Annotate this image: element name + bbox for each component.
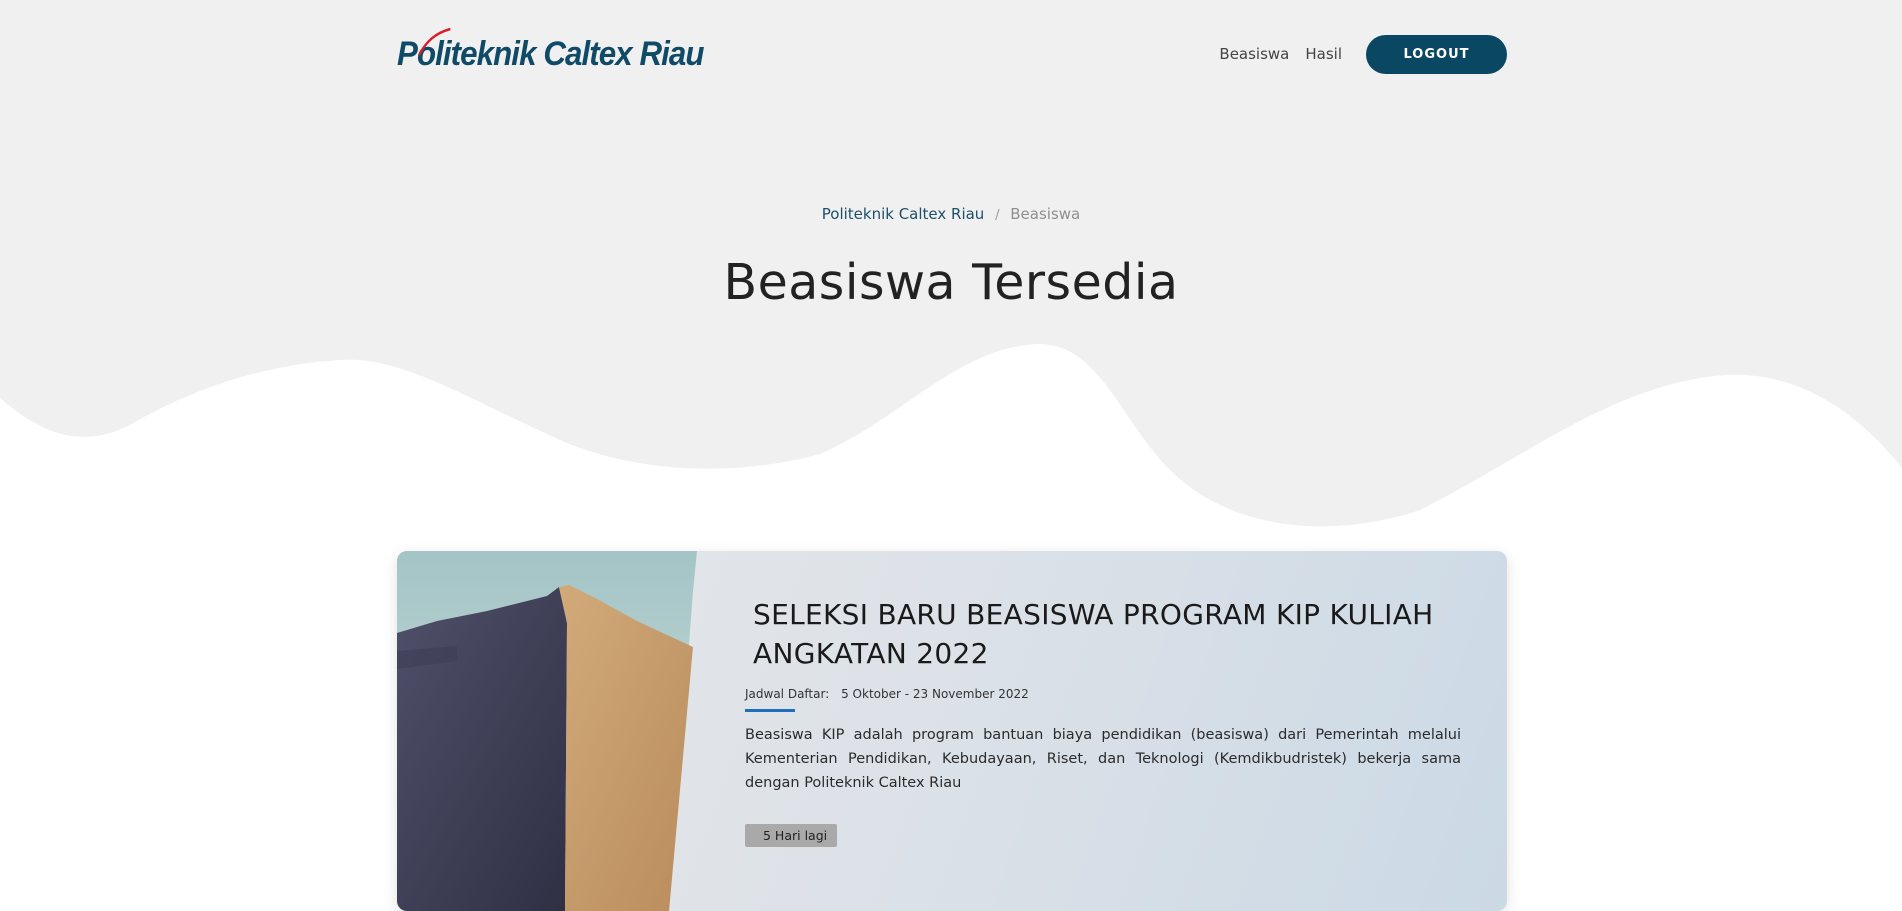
scholarship-card-body: SELEKSI BARU BEASISWA PROGRAM KIP KULIAH… (745, 595, 1461, 847)
breadcrumb-separator: / (995, 208, 1000, 223)
schedule-label: Jadwal Daftar: (745, 687, 830, 701)
logo-swoosh-icon (418, 27, 451, 56)
scholarship-title[interactable]: SELEKSI BARU BEASISWA PROGRAM KIP KULIAH… (753, 595, 1461, 673)
brand-logo[interactable]: Politeknik Caltex Riau (397, 27, 704, 74)
breadcrumb-home-link[interactable]: Politeknik Caltex Riau (822, 205, 985, 223)
page-title: Beasiswa Tersedia (723, 254, 1179, 311)
nav-link-beasiswa[interactable]: Beasiswa (1219, 45, 1289, 63)
nav-menu: Beasiswa Hasil LOGOUT (1203, 34, 1507, 74)
nav-link-hasil[interactable]: Hasil (1305, 45, 1342, 63)
accent-divider (745, 709, 795, 712)
breadcrumb: Politeknik Caltex Riau / Beasiswa (0, 205, 1902, 223)
schedule-dates: 5 Oktober - 23 November 2022 (841, 687, 1029, 701)
breadcrumb-current: Beasiswa (1010, 205, 1081, 223)
days-left-badge: 5 Hari lagi (745, 824, 838, 847)
logout-button[interactable]: LOGOUT (1366, 34, 1507, 74)
desert-sand-dune-image (397, 551, 697, 911)
navbar: Politeknik Caltex Riau Beasiswa Hasil LO… (397, 27, 1507, 74)
registration-schedule: Jadwal Daftar: 5 Oktober - 23 November 2… (745, 687, 1461, 701)
scholarship-description: Beasiswa KIP adalah program bantuan biay… (745, 727, 1461, 791)
scholarship-card[interactable]: SELEKSI BARU BEASISWA PROGRAM KIP KULIAH… (397, 551, 1507, 911)
